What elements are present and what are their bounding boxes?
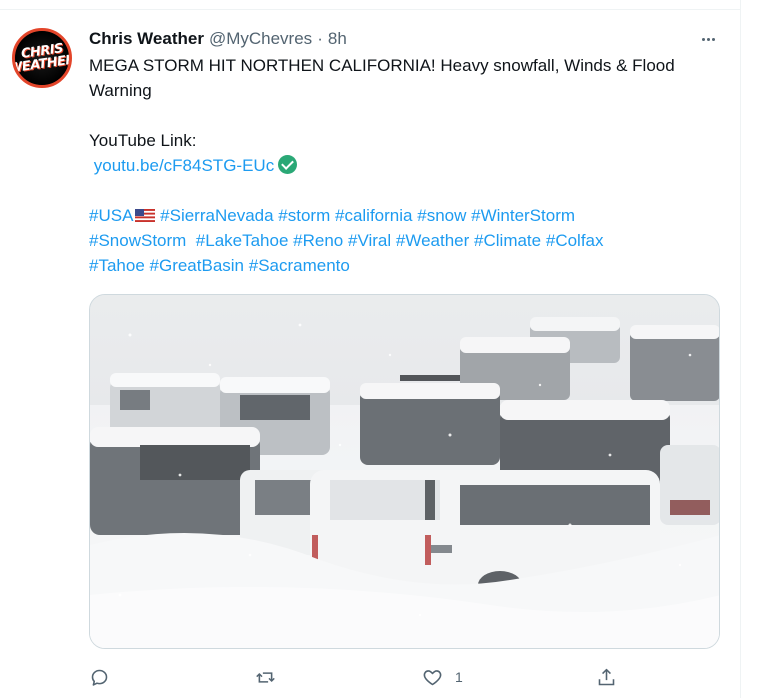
share-button[interactable] (596, 665, 617, 689)
youtube-link-row: youtu.be/cF84STG-EUc (89, 153, 729, 178)
hashtag-winterstorm[interactable]: #WinterStorm (471, 206, 575, 225)
hashtag-climate[interactable]: #Climate (474, 231, 541, 250)
hashtags-line-2: #SnowStorm #LakeTahoe #Reno #Viral #Weat… (89, 228, 729, 253)
check-mark-icon (278, 155, 298, 174)
hashtags-line-3: #Tahoe #GreatBasin #Sacramento (89, 253, 729, 278)
like-count: 1 (455, 669, 463, 685)
reply-button[interactable] (89, 665, 110, 689)
hashtag-colfax[interactable]: #Colfax (546, 231, 604, 250)
tweet-timestamp[interactable]: 8h (328, 29, 347, 49)
display-name[interactable]: Chris Weather (89, 29, 204, 49)
hashtag-snow[interactable]: #snow (417, 206, 466, 225)
hashtag-laketahoe[interactable]: #LakeTahoe (196, 231, 289, 250)
retweet-icon (256, 671, 275, 683)
hashtag-tahoe[interactable]: #Tahoe (89, 256, 145, 275)
like-button[interactable]: 1 (422, 665, 463, 689)
hashtag-reno[interactable]: #Reno (293, 231, 343, 250)
retweet-button[interactable] (255, 665, 276, 689)
tweet-card[interactable]: CHRIS WEATHER Chris Weather @MyChevres ·… (0, 10, 740, 698)
tweet-actions: 1 (89, 665, 629, 689)
tweet-text-line-2: Warning (89, 81, 152, 100)
hashtag-california[interactable]: #california (335, 206, 413, 225)
user-handle[interactable]: @MyChevres (209, 29, 312, 49)
tweet-text: MEGA STORM HIT NORTHEN CALIFORNIA! Heavy… (89, 53, 729, 278)
reply-icon (91, 669, 108, 686)
hashtag-weather[interactable]: #Weather (396, 231, 469, 250)
hashtag-snowstorm[interactable]: #SnowStorm (89, 231, 186, 250)
tweet-text-line-1: MEGA STORM HIT NORTHEN CALIFORNIA! Heavy… (89, 56, 675, 75)
us-flag-icon (135, 209, 156, 222)
hashtag-viral[interactable]: #Viral (348, 231, 391, 250)
hashtag-greatbasin[interactable]: #GreatBasin (150, 256, 245, 275)
heart-icon (423, 669, 442, 685)
more-options-icon[interactable] (696, 28, 720, 50)
hashtag-usa[interactable]: #USA (89, 206, 133, 225)
hashtags-line-1: #USA #SierraNevada #storm #california #s… (89, 203, 729, 228)
hashtag-sacramento[interactable]: #Sacramento (249, 256, 350, 275)
youtube-label: YouTube Link: (89, 131, 197, 150)
header-separator: · (317, 29, 323, 48)
timeline-right-border (740, 0, 741, 698)
tweet-header: Chris Weather @MyChevres · 8h (89, 28, 347, 50)
hashtag-storm[interactable]: #storm (278, 206, 330, 225)
tweet-image[interactable] (89, 294, 720, 649)
hashtag-sierranevada[interactable]: #SierraNevada (160, 206, 273, 225)
avatar[interactable]: CHRIS WEATHER (12, 28, 72, 88)
share-icon (598, 668, 615, 685)
snow-buried-cars-photo (90, 295, 719, 648)
youtube-link[interactable]: youtu.be/cF84STG-EUc (94, 156, 274, 175)
